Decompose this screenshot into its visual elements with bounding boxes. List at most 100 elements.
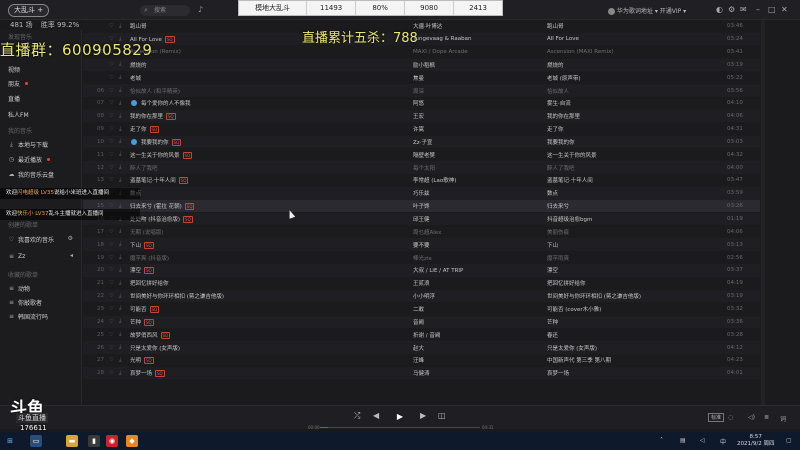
vip-link[interactable]: 开通VIP ▾ xyxy=(660,8,686,15)
stream-tag[interactable]: 大乱斗 + xyxy=(8,4,50,17)
effect-icon[interactable]: ◌ xyxy=(728,414,733,421)
song-row[interactable]: ♡⤓16处处吻 (抖音治愈版)SQ邱王健抖音超级治愈bgm01:19 xyxy=(83,212,760,226)
song-row[interactable]: ♡ ⤓ 09 走了你 SQ 许嵩 走了你 04:31 xyxy=(83,123,760,136)
song-row[interactable]: ♡ ⤓ All For Love SQ Tungevaag & Raaban All Fo… xyxy=(83,32,760,46)
song-row[interactable]: ♡ ⤓ 10 我要我的你 SQ Zz·子宣 我要我的你 03:03 xyxy=(83,135,760,149)
download-icon[interactable]: ⤓ xyxy=(119,164,121,171)
progress-bar[interactable]: 00:00 04:31 xyxy=(308,425,494,430)
app-icon[interactable]: ▮ xyxy=(88,435,100,447)
maximize-icon[interactable]: □ xyxy=(768,5,776,14)
download-icon[interactable]: ⤓ xyxy=(119,61,121,68)
previous-icon[interactable]: ◀ xyxy=(373,411,379,420)
sidebar-item[interactable]: ≡ 你敲歌者 xyxy=(8,298,42,307)
song-row[interactable]: ♡ ⤓ 老城 焦曼 老城 (原声带) 05:22 xyxy=(83,71,760,84)
like-icon[interactable]: ♡ xyxy=(109,319,114,325)
song-row[interactable]: ♡ ⤓ 08 我的你在那里 SQ 王宏 我的你在那里 04:06 xyxy=(83,109,760,123)
song-row[interactable]: ♡ ⤓ 11 这一生关于你的风景 SQ 隔壁老樊 这一生关于你的风景 04:32 xyxy=(83,149,760,162)
like-icon[interactable]: ♡ xyxy=(109,370,114,376)
skin-icon[interactable]: ◐ xyxy=(716,5,723,14)
download-icon[interactable]: ⤓ xyxy=(119,357,121,364)
download-icon[interactable]: ⤓ xyxy=(119,151,121,158)
avatar[interactable] xyxy=(608,8,615,15)
song-row[interactable]: ♡ ⤓ 26 只是太爱你 (女声版) 赵大 只是太爱你 (女声版) 04:12 xyxy=(83,341,760,354)
sidebar-item[interactable]: 私人FM xyxy=(8,110,29,119)
song-row[interactable]: ♡ ⤓ 燃烧的 励小稻枫 燃烧的 03:19 xyxy=(83,58,760,72)
like-icon[interactable]: ♡ xyxy=(109,255,114,261)
download-icon[interactable]: ⤓ xyxy=(119,254,121,261)
mail-icon[interactable]: ✉ xyxy=(740,5,747,14)
windows-start-icon[interactable]: ⊞ xyxy=(4,435,16,447)
sidebar-item[interactable]: ☁ 我的音乐云盘 xyxy=(8,170,55,179)
file-explorer-icon[interactable]: ▬ xyxy=(66,435,78,447)
sidebar-action-icon[interactable]: ⚙ xyxy=(68,235,73,242)
ime-icon[interactable]: 中 xyxy=(720,437,726,446)
like-icon[interactable]: ♡ xyxy=(109,229,114,235)
app-icon[interactable]: ◆ xyxy=(126,435,138,447)
download-icon[interactable]: ⤓ xyxy=(119,331,121,338)
like-icon[interactable]: ♡ xyxy=(109,280,114,286)
song-row[interactable]: ♡ ⤓ 23 可能否 SQ 二敢 可能否 (cover木小雅) 03:32 xyxy=(83,303,760,316)
like-icon[interactable]: ♡ xyxy=(109,332,114,338)
like-icon[interactable]: ♡ xyxy=(109,62,114,68)
like-icon[interactable]: ♡ xyxy=(109,139,114,145)
download-icon[interactable]: ⤓ xyxy=(119,370,121,377)
song-row[interactable]: ♡ ⤓ 跑山哥 大疆·叶博达 跑山哥 03:46 xyxy=(83,20,760,33)
song-row[interactable]: ♡⤓14数点巧乐兹数点03:59 xyxy=(83,187,760,200)
sidebar-item[interactable]: ♡ 我喜欢的音乐 xyxy=(8,235,54,244)
song-row[interactable]: ♡ ⤓ 07 每个爱你的人不像我 阿悠 雾生·自流 04:10 xyxy=(83,97,760,110)
like-icon[interactable]: ♡ xyxy=(109,267,114,273)
user-area[interactable]: 华为歌词地址 ▾ 开通VIP ▾ xyxy=(608,6,686,15)
lyrics-icon[interactable]: 词 xyxy=(780,414,786,423)
download-icon[interactable]: ⤓ xyxy=(119,177,121,184)
sidebar-item[interactable]: 视频 xyxy=(8,65,20,74)
song-row[interactable]: ♡ ⤓ 18 下山 SQ 要不要 下山 03:13 xyxy=(83,238,760,251)
mv-icon[interactable] xyxy=(131,138,137,145)
like-icon[interactable]: ♡ xyxy=(109,113,114,119)
sidebar-item[interactable]: 朋友 xyxy=(8,79,29,88)
sidebar-item[interactable]: ≡ Zz xyxy=(8,252,25,261)
like-icon[interactable]: ♡ xyxy=(109,88,114,94)
like-icon[interactable]: ♡ xyxy=(109,242,114,248)
song-row[interactable]: ♡ ⤓ 28 哀梦一场 SQ 马健涛 哀梦一场 04:01 xyxy=(83,366,760,380)
network-icon[interactable]: ▤ xyxy=(680,437,686,444)
song-row[interactable]: ♡ ⤓ 17 无期 (说唱版) 周乜超Alex 美丽伤痕 04:06 xyxy=(83,226,760,239)
download-icon[interactable]: ⤓ xyxy=(119,23,121,30)
download-icon[interactable]: ⤓ xyxy=(119,100,121,107)
search-input[interactable]: ⌕ 搜索 xyxy=(140,5,190,16)
fm-icon[interactable]: ◫ xyxy=(438,411,446,420)
volume-tray-icon[interactable]: ◁ xyxy=(700,437,705,444)
close-icon[interactable]: ✕ xyxy=(781,5,788,14)
quality-button[interactable]: 标准 xyxy=(708,413,725,422)
download-icon[interactable]: ⤓ xyxy=(119,74,121,81)
tray-up-icon[interactable]: ˄ xyxy=(660,437,663,444)
sidebar-item[interactable]: ⤓ 本地与下载 xyxy=(8,140,48,150)
song-row[interactable]: ♡ ⤓ 15 归去来兮 (霍拉 花朝) SQ 叶子馋 归去来兮 03:26 xyxy=(83,199,760,213)
song-row[interactable]: ♡ ⤓ 25 故梦俏西风 SQ 折谢 / 音阙 春还 03:28 xyxy=(83,328,760,341)
netease-music-icon[interactable]: ◉ xyxy=(106,435,118,447)
microphone-icon[interactable]: ♪ xyxy=(198,5,203,14)
play-button[interactable]: ▶ xyxy=(393,410,407,424)
like-icon[interactable]: ♡ xyxy=(109,357,114,363)
like-icon[interactable]: ♡ xyxy=(109,177,114,183)
shuffle-icon[interactable]: ⤮ xyxy=(354,411,360,421)
mv-icon[interactable] xyxy=(131,100,137,107)
download-icon[interactable]: ⤓ xyxy=(119,241,121,248)
song-row[interactable]: ♡ ⤓ 13 盗墓笔记·十年人间 SQ 李常超 (Lao歌神) 盗墓笔记·十年人间 03:47 xyxy=(83,174,760,187)
download-icon[interactable]: ⤓ xyxy=(119,318,121,325)
song-row[interactable]: ♡ ⤓ 20 漂空 SQ 大叔 / LiE / AT TRIP 漂空 03:37 xyxy=(83,264,760,277)
song-row[interactable]: ♡ ⤓ 19 魔芋爽 (抖音版) 棒光zie 魔芋雨爽 02:56 xyxy=(83,251,760,264)
sidebar-item[interactable]: ≡ 韩国流行吗 xyxy=(8,312,48,321)
download-icon[interactable]: ⤓ xyxy=(119,113,121,120)
download-icon[interactable]: ⤓ xyxy=(119,280,121,287)
song-row[interactable]: ♡ ⤓ 06 恰似故人 (和平精英) 周深 恰似故人 03:56 xyxy=(83,84,760,97)
settings-icon[interactable]: ⚙ xyxy=(728,5,735,14)
next-icon[interactable]: ▶ xyxy=(420,411,426,420)
sidebar-item[interactable]: 直播 xyxy=(8,94,20,103)
download-icon[interactable]: ⤓ xyxy=(119,293,121,300)
like-icon[interactable]: ♡ xyxy=(109,293,114,299)
system-clock[interactable]: 8:57 2021/9/2 周四 xyxy=(737,434,774,448)
like-icon[interactable]: ♡ xyxy=(109,100,114,106)
download-icon[interactable]: ⤓ xyxy=(119,305,121,312)
sidebar-item[interactable]: ≡ 动物 xyxy=(8,284,30,293)
sidebar-action-icon[interactable]: ◂ xyxy=(70,252,73,259)
